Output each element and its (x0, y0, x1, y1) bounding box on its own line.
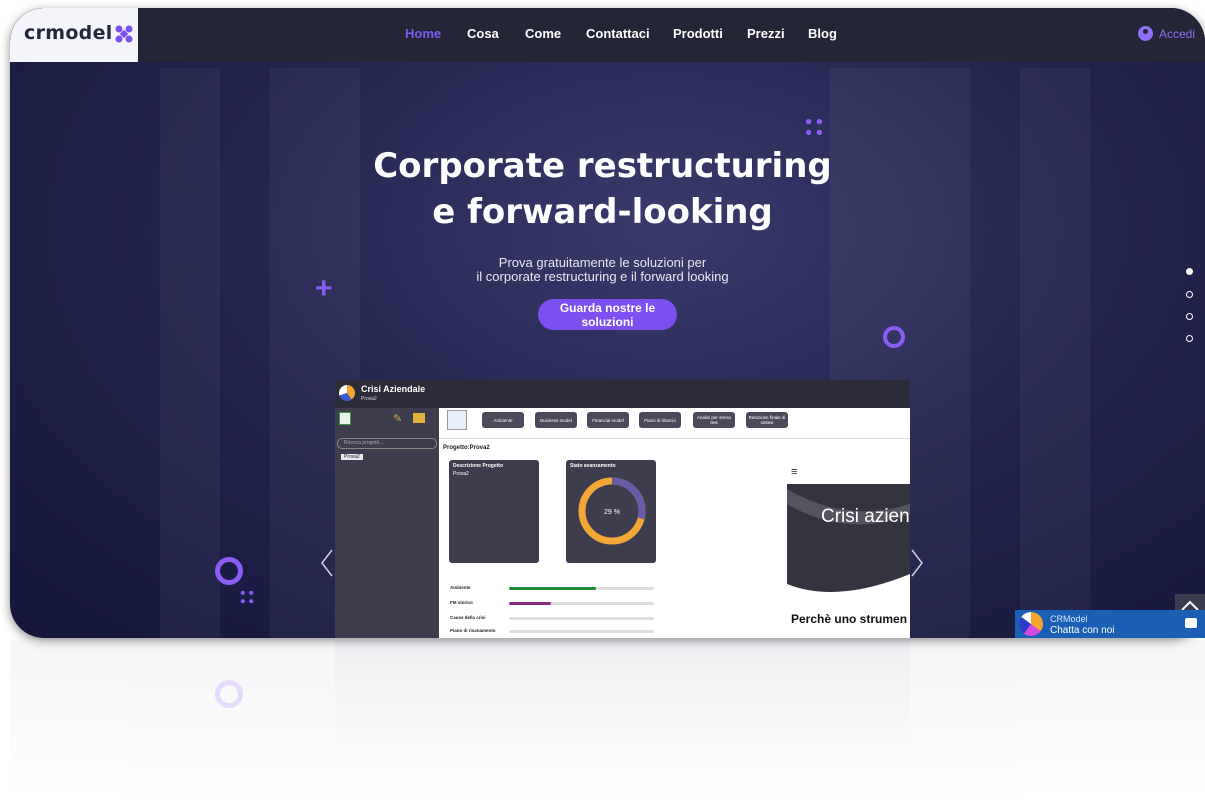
tab-relazione-finale[interactable]: Relazione finale di sintesi (746, 412, 788, 428)
chat-message: Chatta con noi (1050, 625, 1115, 636)
login-label: Accedi (1159, 26, 1196, 41)
top-navbar: crmodel Home Cosa Come Contattaci Prodot… (10, 8, 1205, 62)
progress-ring: 29 % (578, 477, 646, 545)
nav-prodotti[interactable]: Prodotti (673, 26, 723, 41)
hero-subtitle: Prova gratuitamente le soluzioni per il … (0, 256, 1205, 284)
reflection (10, 640, 1205, 800)
logo[interactable]: crmodel (10, 8, 138, 62)
hero-title-line2: e forward-looking (432, 192, 773, 232)
decor-circle-icon (215, 557, 243, 585)
cta-button[interactable]: Guarda nostre le soluzioni (538, 299, 677, 330)
app-preview: Crisi Aziendale Prova2 ✎ Ricerca progett… (335, 380, 910, 638)
progress-card: Stato avanzamento 29 % (566, 460, 656, 563)
presentation-slide: ≡ Crisi azien Perchè uno strumen (787, 466, 910, 638)
progress-card-title: Stato avanzamento (570, 463, 616, 469)
nav-prezzi[interactable]: Prezzi (747, 26, 785, 41)
decor-x-icon (805, 118, 823, 136)
pencil-icon[interactable]: ✎ (393, 412, 402, 425)
bar-track (509, 587, 654, 590)
nav-home[interactable]: Home (405, 26, 441, 41)
bar-label: Piano di risanamento (450, 628, 496, 633)
hero-subtitle-line1: Prova gratuitamente le soluzioni per (498, 255, 707, 270)
decor-circle-icon (883, 326, 905, 348)
hero-title: Corporate restructuring e forward-lookin… (0, 143, 1205, 235)
app-title: Crisi Aziendale (361, 384, 426, 394)
app-logo-icon (339, 385, 355, 401)
app-toolbar: Ambiente Business model Financial model … (439, 408, 910, 439)
slider-dot[interactable] (1186, 291, 1193, 298)
slider-dot[interactable] (1186, 335, 1193, 342)
app-header: Crisi Aziendale Prova2 (335, 380, 910, 408)
new-file-icon[interactable] (339, 412, 351, 425)
bar-track (509, 630, 654, 633)
tab-stress-test[interactable]: Analisi per stress test (693, 412, 735, 428)
project-search-input[interactable]: Ricerca progetti... (337, 438, 437, 449)
bar-fill (509, 587, 596, 590)
slider-dot[interactable] (1186, 313, 1193, 320)
tab-financial-model[interactable]: Financial model (587, 412, 629, 428)
folder-icon[interactable] (413, 413, 425, 423)
bar-fill (509, 602, 552, 605)
slide-banner (787, 484, 910, 592)
tab-business-model[interactable]: Business model (535, 412, 577, 428)
slide-title: Crisi azien (821, 506, 910, 527)
reflection-circle-icon (215, 680, 243, 708)
description-card-text: Prova2 (453, 471, 469, 477)
nav-blog[interactable]: Blog (808, 26, 837, 41)
chat-bubble-icon (1185, 618, 1197, 628)
slide-bottom-text: Perchè uno strumen (791, 612, 908, 626)
reflection-app (335, 640, 910, 780)
bar-label: Cause della crisi (450, 615, 486, 620)
chevron-left-icon[interactable] (320, 548, 334, 578)
tab-ambiente[interactable]: Ambiente (482, 412, 524, 428)
slider-dot[interactable] (1186, 268, 1193, 275)
description-card-title: Descrizione Progetto (453, 463, 504, 469)
project-list-item[interactable]: Prova2 (341, 454, 363, 460)
menu-icon[interactable]: ≡ (791, 466, 797, 478)
chevron-right-icon[interactable] (910, 548, 924, 578)
app-sidebar: ✎ Ricerca progetti... Prova2 (335, 408, 439, 638)
bar-track (509, 602, 654, 605)
chat-widget[interactable]: CRModel Chatta con noi (1015, 610, 1205, 638)
hero-subtitle-line2: il corporate restructuring e il forward … (476, 269, 729, 284)
nav-contattaci[interactable]: Contattaci (586, 26, 650, 41)
logo-text: crmodel (24, 22, 113, 44)
app-subtitle: Prova2 (361, 396, 377, 402)
bar-label: Ambiente (450, 585, 471, 590)
home-icon[interactable] (447, 410, 467, 430)
chat-avatar (1019, 612, 1043, 636)
bar-label: FM storico (450, 600, 473, 605)
progress-percent: 29 % (604, 509, 620, 516)
chat-name: CRModel (1050, 614, 1088, 624)
project-label: Progetto:Prova2 (443, 445, 490, 451)
hero-title-line1: Corporate restructuring (373, 146, 832, 186)
tab-piano-rilancio[interactable]: Piano di rilancio (639, 412, 681, 428)
bar-track (509, 617, 654, 620)
description-card: Descrizione Progetto Prova2 (449, 460, 539, 563)
nav-cosa[interactable]: Cosa (467, 26, 499, 41)
logo-x-icon (115, 25, 133, 43)
login-button[interactable]: Accedi (1138, 26, 1195, 41)
nav-come[interactable]: Come (525, 26, 561, 41)
decor-x-icon (240, 590, 254, 604)
user-icon (1138, 26, 1153, 41)
